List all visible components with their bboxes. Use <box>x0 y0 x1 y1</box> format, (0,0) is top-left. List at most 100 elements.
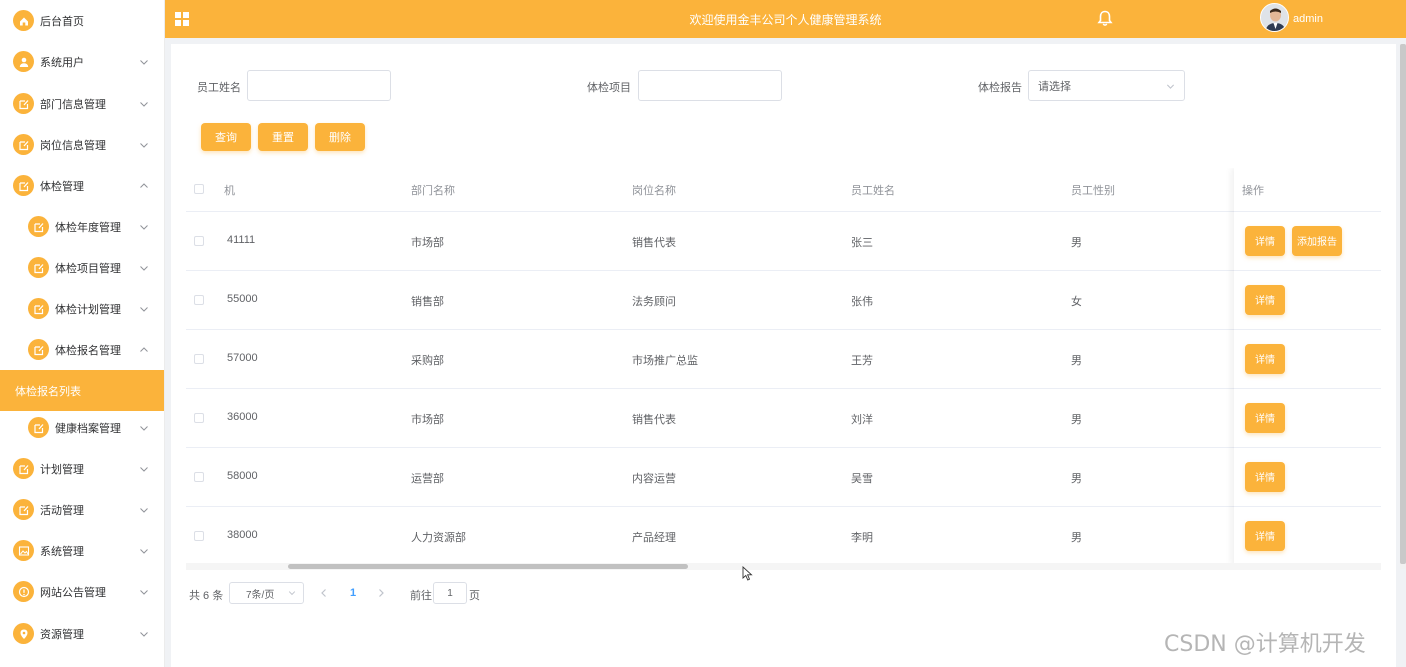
cell-gender: 男 <box>1071 236 1082 249</box>
chevron-down-icon <box>140 507 148 513</box>
sidebar-item-3[interactable]: 部门信息管理 <box>0 83 164 124</box>
detail-button[interactable]: 详情 <box>1245 284 1285 315</box>
cell-id: 55000 <box>227 292 258 305</box>
sidebar-item-9[interactable]: 体检报名管理 <box>0 329 164 370</box>
detail-button[interactable]: 详情 <box>1245 402 1285 433</box>
detail-button[interactable]: 详情 <box>1245 461 1285 492</box>
registration-table: 机 部门名称 岗位名称 员工姓名 员工性别 41111 市场部 销售代表 张三男 550… <box>186 168 1381 566</box>
cell-id: 36000 <box>227 410 258 423</box>
employee-name-input[interactable] <box>247 70 391 101</box>
cell-gender: 男 <box>1071 531 1082 544</box>
sidebar-item-14[interactable]: 系统管理 <box>0 530 164 571</box>
sidebar-item-16[interactable]: 资源管理 <box>0 613 164 654</box>
sidebar-item-label: 体检报名列表 <box>15 385 81 398</box>
actions-fixed-column: 操作 详情 添加报告 详情 详情 详情 详情 详情 <box>1234 168 1381 566</box>
header-divider <box>186 211 1381 212</box>
search-button[interactable]: 查询 <box>201 123 251 151</box>
prev-page-icon[interactable] <box>319 588 329 598</box>
page-size-value: 7条/页 <box>246 589 275 601</box>
row-checkbox[interactable] <box>194 412 204 423</box>
sidebar-item-2[interactable]: 系统用户 <box>0 41 164 82</box>
sidebar-item-8[interactable]: 体检计划管理 <box>0 288 164 329</box>
goto-label: 前往 <box>410 590 432 602</box>
detail-button[interactable]: 详情 <box>1245 225 1285 256</box>
page-size-select[interactable]: 7条/页 <box>229 582 304 604</box>
delete-button[interactable]: 删除 <box>315 123 365 151</box>
horizontal-scrollbar[interactable] <box>186 563 1381 570</box>
row-checkbox[interactable] <box>194 294 204 305</box>
column-header-actions: 操作 <box>1242 184 1264 197</box>
sidebar-item-label: 体检项目管理 <box>55 262 121 275</box>
column-header-employee-name[interactable]: 员工姓名 <box>851 168 895 211</box>
chevron-down-icon <box>140 306 148 312</box>
edit-icon <box>13 93 34 114</box>
avatar[interactable] <box>1260 3 1289 32</box>
cell-employee-name: 张伟 <box>851 295 873 308</box>
vertical-scrollbar-thumb[interactable] <box>1400 44 1406 564</box>
sidebar-item-label: 体检计划管理 <box>55 303 121 316</box>
scrollbar-thumb[interactable] <box>288 564 688 569</box>
cell-position: 内容运营 <box>632 472 676 485</box>
sidebar-item-15[interactable]: 网站公告管理 <box>0 571 164 612</box>
row-checkbox[interactable] <box>194 235 204 246</box>
sidebar-item-13[interactable]: 活动管理 <box>0 489 164 530</box>
sidebar-item-1[interactable]: 后台首页 <box>0 0 164 41</box>
exam-item-input[interactable] <box>638 70 782 101</box>
detail-button[interactable]: 详情 <box>1245 520 1285 551</box>
bell-icon[interactable] <box>1097 10 1113 27</box>
pagination-total: 共 6 条 <box>189 590 224 602</box>
goto-page-input[interactable]: 1 <box>433 582 467 604</box>
sidebar-item-6[interactable]: 体检年度管理 <box>0 206 164 247</box>
column-header-department[interactable]: 部门名称 <box>411 168 455 211</box>
info-icon <box>13 581 34 602</box>
edit-icon <box>13 134 34 155</box>
cell-id: 57000 <box>227 351 258 364</box>
sidebar-item-label: 网站公告管理 <box>40 586 106 599</box>
row-divider <box>1234 447 1381 448</box>
exam-report-select[interactable]: 请选择 <box>1028 70 1185 101</box>
system-title: 欢迎使用金丰公司个人健康管理系统 <box>689 13 882 27</box>
sidebar-item-5[interactable]: 体检管理 <box>0 165 164 206</box>
next-page-icon[interactable] <box>376 588 386 598</box>
row-divider <box>186 329 1381 330</box>
cell-department: 市场部 <box>411 236 444 249</box>
exam-report-label: 体检报告 <box>978 82 1022 94</box>
page-number-current[interactable]: 1 <box>350 587 356 599</box>
row-checkbox[interactable] <box>194 353 204 364</box>
chevron-down-icon <box>288 591 296 596</box>
cell-employee-name: 刘洋 <box>851 413 873 426</box>
location-icon <box>13 623 34 644</box>
reset-button[interactable]: 重置 <box>258 123 308 151</box>
chevron-down-icon <box>140 466 148 472</box>
exam-report-placeholder: 请选择 <box>1038 80 1071 93</box>
select-all-checkbox[interactable] <box>194 184 204 194</box>
sidebar-item-4[interactable]: 岗位信息管理 <box>0 124 164 165</box>
cell-employee-name: 王芳 <box>851 354 873 367</box>
vertical-scrollbar[interactable] <box>1400 44 1406 569</box>
sidebar: 后台首页 系统用户 部门信息管理 岗位信息管理 体检管理 体检年度管理体检项目管理 体检计划… <box>0 0 165 667</box>
watermark: CSDN @计算机开发 <box>1164 632 1366 657</box>
column-header-position[interactable]: 岗位名称 <box>632 168 676 211</box>
edit-icon <box>13 458 34 479</box>
edit-icon <box>28 298 49 319</box>
sidebar-item-10[interactable]: 体检报名列表 <box>0 370 164 411</box>
row-divider <box>186 388 1381 389</box>
row-checkbox[interactable] <box>194 530 204 541</box>
row-divider <box>1234 329 1381 330</box>
edit-icon <box>28 339 49 360</box>
sidebar-item-7[interactable]: 体检项目管理 <box>0 247 164 288</box>
sidebar-item-12[interactable]: 计划管理 <box>0 448 164 489</box>
username[interactable]: admin <box>1293 13 1323 25</box>
chevron-down-icon <box>140 265 148 271</box>
cell-id: 38000 <box>227 528 258 541</box>
cell-department: 人力资源部 <box>411 531 466 544</box>
image-icon <box>13 540 34 561</box>
row-checkbox[interactable] <box>194 471 204 482</box>
add-report-button[interactable]: 添加报告 <box>1292 225 1342 256</box>
detail-button[interactable]: 详情 <box>1245 343 1285 374</box>
chevron-up-icon <box>140 346 148 352</box>
sidebar-item-label: 计划管理 <box>40 463 84 476</box>
column-header-gender[interactable]: 员工性别 <box>1071 168 1115 211</box>
sidebar-item-11[interactable]: 健康档案管理 <box>0 407 164 448</box>
column-header-id: 机 <box>224 184 235 197</box>
